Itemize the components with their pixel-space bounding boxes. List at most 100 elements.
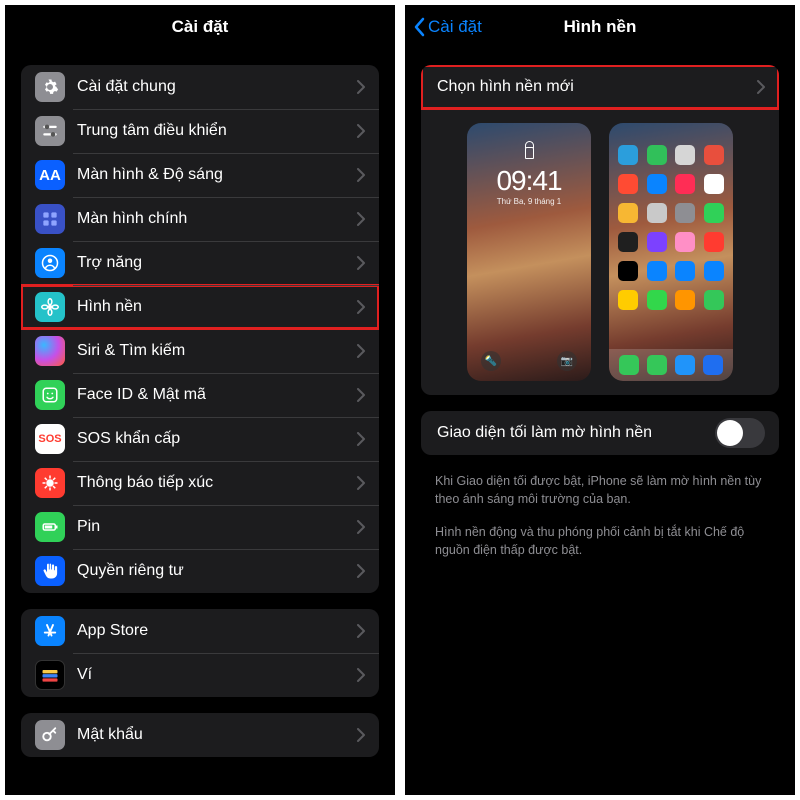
dim-group: Giao diện tối làm mờ hình nền xyxy=(421,411,779,455)
settings-row-home-screen[interactable]: Màn hình chính xyxy=(21,197,379,241)
general-icon xyxy=(35,72,65,102)
app-icon xyxy=(675,145,695,165)
chevron-right-icon xyxy=(357,520,365,534)
settings-row-siri[interactable]: Siri & Tìm kiếm xyxy=(21,329,379,373)
settings-label: Trợ năng xyxy=(77,254,357,272)
dock-app-icon xyxy=(703,355,723,375)
home-screen-icon xyxy=(35,204,65,234)
dim-footer-1: Khi Giao diện tối được bật, iPhone sẽ là… xyxy=(421,471,779,522)
settings-label: Face ID & Mật mã xyxy=(77,386,357,404)
chevron-right-icon xyxy=(357,124,365,138)
settings-row-accessibility[interactable]: Trợ năng xyxy=(21,241,379,285)
app-icon xyxy=(704,174,724,194)
settings-row-sos[interactable]: SOS SOS khẩn cấp xyxy=(21,417,379,461)
settings-row-control-center[interactable]: Trung tâm điều khiển xyxy=(21,109,379,153)
app-icon xyxy=(675,261,695,281)
app-icon xyxy=(647,145,667,165)
app-icon xyxy=(647,174,667,194)
settings-label: Hình nền xyxy=(77,298,357,316)
chevron-right-icon xyxy=(357,212,365,226)
home-screen-preview[interactable] xyxy=(609,123,733,381)
settings-label: Trung tâm điều khiển xyxy=(77,122,357,140)
chevron-right-icon xyxy=(357,476,365,490)
wallpaper-screen: Cài đặt Hình nền Chọn hình nền mới 09:41… xyxy=(405,5,795,795)
privacy-icon xyxy=(35,556,65,586)
settings-group: Cài đặt chung Trung tâm điều khiển AAMàn h… xyxy=(21,65,379,593)
dock-app-icon xyxy=(647,355,667,375)
settings-row-wallpaper[interactable]: Hình nền xyxy=(21,285,379,329)
chevron-right-icon xyxy=(357,388,365,402)
settings-label: Màn hình & Độ sáng xyxy=(77,166,357,184)
app-icon xyxy=(618,203,638,223)
wallpaper-icon xyxy=(35,292,65,322)
settings-row-display[interactable]: AAMàn hình & Độ sáng xyxy=(21,153,379,197)
app-icon xyxy=(647,261,667,281)
settings-list[interactable]: Cài đặt chung Trung tâm điều khiển AAMàn h… xyxy=(5,49,395,795)
chevron-right-icon xyxy=(357,564,365,578)
app-icon xyxy=(618,174,638,194)
chevron-left-icon xyxy=(413,17,425,37)
app-icon xyxy=(647,203,667,223)
settings-row-privacy[interactable]: Quyền riêng tư xyxy=(21,549,379,593)
lock-controls: 🔦📷 xyxy=(467,351,591,371)
choose-wallpaper-label: Chọn hình nền mới xyxy=(437,78,757,96)
chevron-right-icon xyxy=(357,668,365,682)
dock-app-icon xyxy=(675,355,695,375)
dim-toggle[interactable] xyxy=(715,418,765,448)
page-title: Hình nền xyxy=(564,17,637,37)
settings-row-wallet[interactable]: Ví xyxy=(21,653,379,697)
settings-row-battery[interactable]: Pin xyxy=(21,505,379,549)
settings-row-exposure[interactable]: Thông báo tiếp xúc xyxy=(21,461,379,505)
header: Cài đặt xyxy=(5,5,395,49)
lock-time: 09:41 xyxy=(496,165,561,197)
settings-group: Mật khẩu xyxy=(21,713,379,757)
settings-label: Mật khẩu xyxy=(77,726,357,744)
app-icon xyxy=(704,145,724,165)
wallpaper-content: Chọn hình nền mới 09:41 Thứ Ba, 9 tháng … xyxy=(405,49,795,795)
back-label: Cài đặt xyxy=(428,17,482,37)
settings-label: Ví xyxy=(77,666,357,684)
settings-label: SOS khẩn cấp xyxy=(77,430,357,448)
app-icon xyxy=(618,290,638,310)
control-center-icon xyxy=(35,116,65,146)
chevron-right-icon xyxy=(357,728,365,742)
siri-icon xyxy=(35,336,65,366)
choose-wallpaper-row[interactable]: Chọn hình nền mới xyxy=(421,65,779,109)
chevron-right-icon xyxy=(757,80,765,94)
app-icon xyxy=(618,232,638,252)
app-icon xyxy=(675,174,695,194)
settings-label: Màn hình chính xyxy=(77,210,357,228)
dim-toggle-row: Giao diện tối làm mờ hình nền xyxy=(421,411,779,455)
app-icon xyxy=(618,261,638,281)
dim-footer-2: Hình nền động và thu phóng phối cảnh bị … xyxy=(421,522,779,573)
settings-row-passwords[interactable]: Mật khẩu xyxy=(21,713,379,757)
settings-label: Thông báo tiếp xúc xyxy=(77,474,357,492)
app-icon xyxy=(704,203,724,223)
choose-wallpaper-group: Chọn hình nền mới 09:41 Thứ Ba, 9 tháng … xyxy=(421,65,779,395)
settings-label: Cài đặt chung xyxy=(77,78,357,96)
app-icon xyxy=(675,203,695,223)
lock-screen-preview[interactable]: 09:41 Thứ Ba, 9 tháng 1 🔦📷 xyxy=(467,123,591,381)
app-icon xyxy=(675,232,695,252)
chevron-right-icon xyxy=(357,624,365,638)
back-button[interactable]: Cài đặt xyxy=(413,17,482,37)
chevron-right-icon xyxy=(357,300,365,314)
settings-screen: Cài đặt Cài đặt chung Trung tâm điều khiể… xyxy=(5,5,395,795)
settings-label: Siri & Tìm kiếm xyxy=(77,342,357,360)
settings-row-faceid[interactable]: Face ID & Mật mã xyxy=(21,373,379,417)
settings-row-appstore[interactable]: App Store xyxy=(21,609,379,653)
dock-app-icon xyxy=(619,355,639,375)
settings-row-general[interactable]: Cài đặt chung xyxy=(21,65,379,109)
settings-label: Quyền riêng tư xyxy=(77,562,357,580)
lock-icon xyxy=(525,147,534,159)
chevron-right-icon xyxy=(357,432,365,446)
lock-date: Thứ Ba, 9 tháng 1 xyxy=(497,197,562,206)
wallpaper-preview: 09:41 Thứ Ba, 9 tháng 1 🔦📷 xyxy=(421,109,779,395)
faceid-icon xyxy=(35,380,65,410)
settings-label: App Store xyxy=(77,622,357,640)
settings-label: Pin xyxy=(77,518,357,536)
accessibility-icon xyxy=(35,248,65,278)
sos-icon: SOS xyxy=(35,424,65,454)
app-icon xyxy=(675,290,695,310)
passwords-icon xyxy=(35,720,65,750)
